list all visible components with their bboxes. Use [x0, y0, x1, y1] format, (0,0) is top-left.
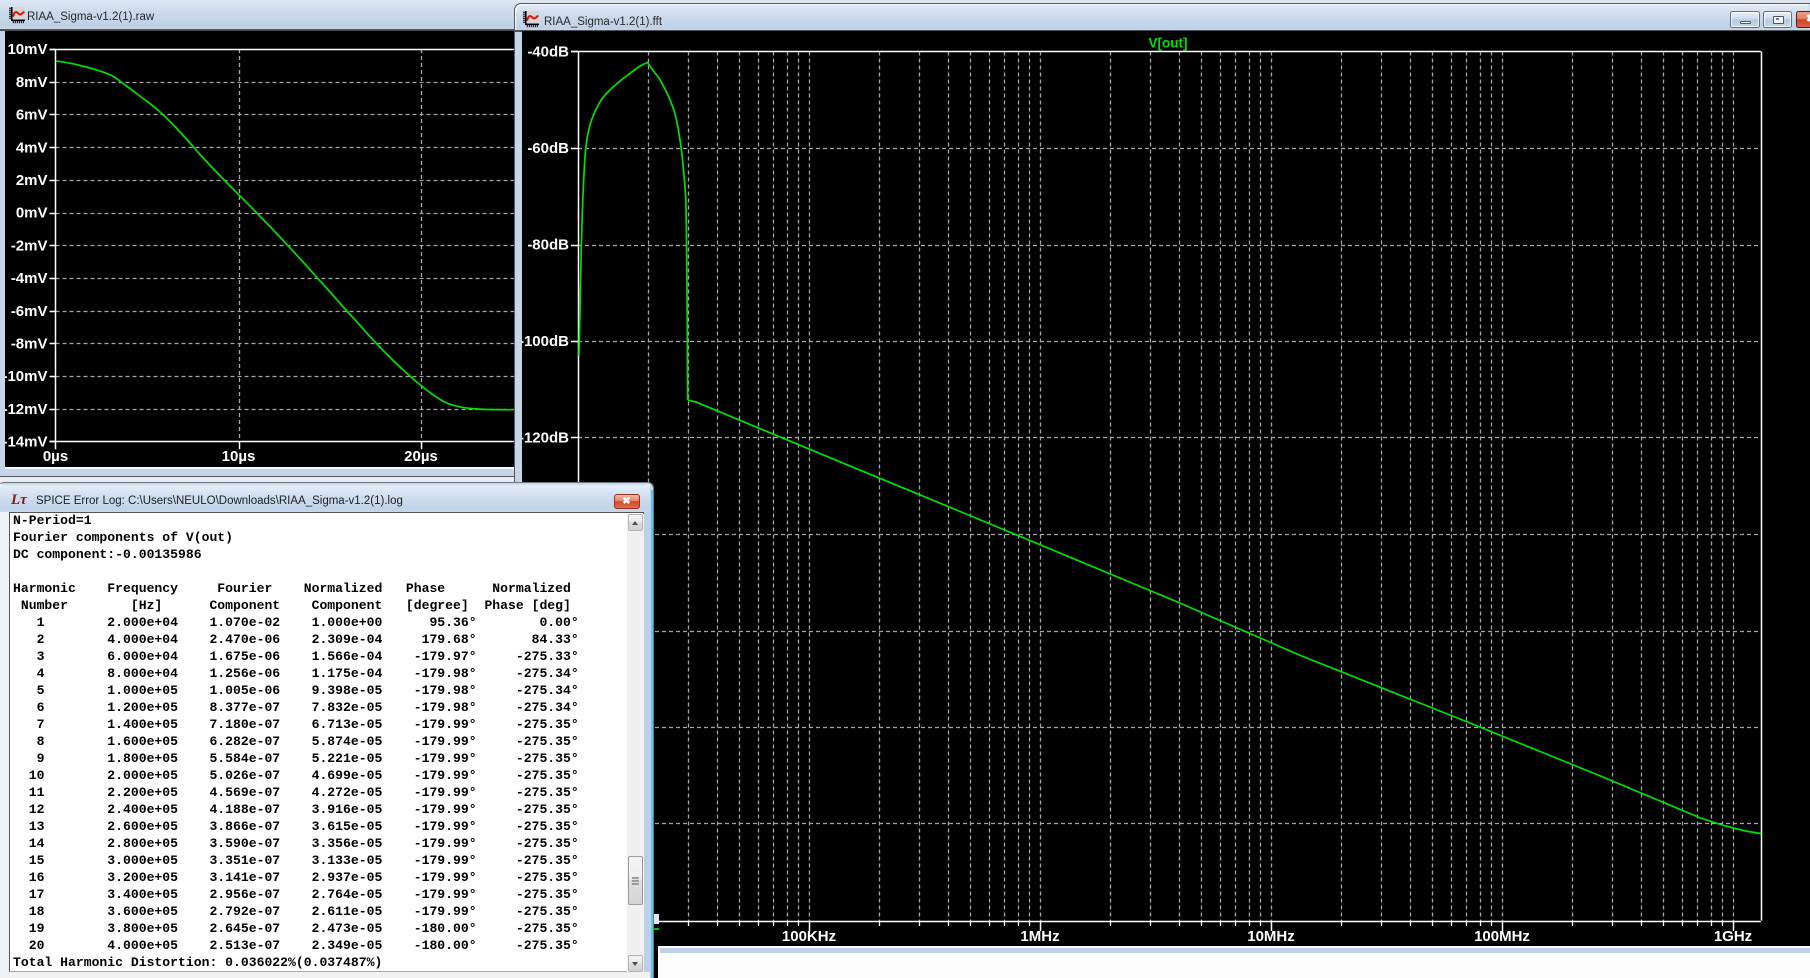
svg-text:10µs: 10µs [221, 448, 255, 465]
svg-text:0µs: 0µs [42, 448, 67, 465]
svg-text:1GHz: 1GHz [1713, 928, 1751, 945]
svg-text:1MHz: 1MHz [1020, 928, 1059, 945]
svg-text:20µs: 20µs [404, 448, 438, 465]
svg-text:-4mV: -4mV [10, 270, 47, 287]
svg-text:-14mV: -14mV [5, 434, 48, 451]
svg-text:-80dB: -80dB [527, 237, 569, 254]
svg-text:8mV: 8mV [15, 74, 47, 91]
svg-text:2mV: 2mV [15, 172, 47, 189]
svg-text:-100dB: -100dB [522, 333, 569, 350]
svg-text:-12mV: -12mV [5, 401, 48, 418]
svg-text:-2mV: -2mV [10, 237, 47, 254]
svg-text:-60dB: -60dB [527, 140, 569, 157]
svg-text:10mV: 10mV [7, 41, 47, 58]
svg-text:6mV: 6mV [15, 107, 47, 124]
svg-text:4mV: 4mV [15, 139, 47, 156]
svg-text:10MHz: 10MHz [1247, 928, 1295, 945]
svg-text:-40dB: -40dB [527, 44, 569, 61]
svg-text:0mV: 0mV [15, 205, 47, 222]
svg-text:-10mV: -10mV [5, 368, 48, 385]
svg-text:-120dB: -120dB [522, 430, 569, 447]
svg-text:V[out]: V[out] [1148, 36, 1187, 51]
svg-text:-8mV: -8mV [10, 336, 47, 353]
svg-text:-6mV: -6mV [10, 303, 47, 320]
svg-text:100MHz: 100MHz [1474, 928, 1530, 945]
svg-text:100KHz: 100KHz [781, 928, 835, 945]
